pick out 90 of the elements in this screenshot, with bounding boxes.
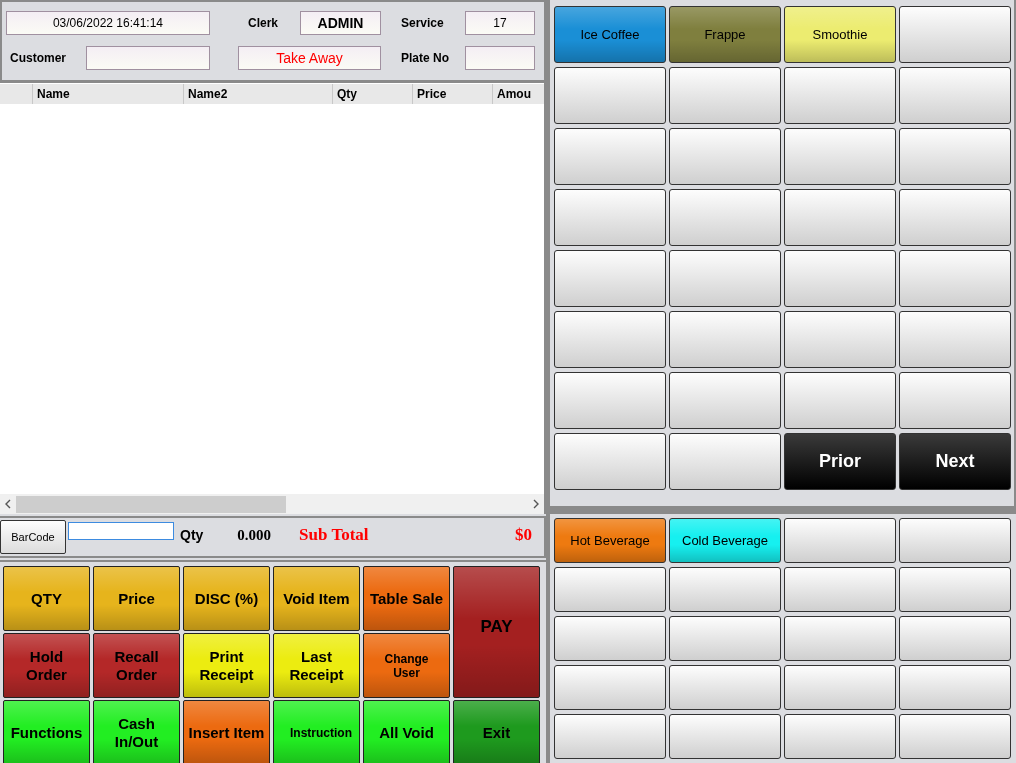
customer-field[interactable] (86, 46, 210, 70)
qty-label: Qty (180, 527, 204, 543)
empty-product-button[interactable] (784, 128, 896, 185)
empty-product-button[interactable] (554, 250, 666, 307)
empty-product-button[interactable] (784, 250, 896, 307)
empty-category-button[interactable] (784, 616, 896, 661)
function-button[interactable]: Functions (3, 700, 90, 763)
empty-category-button[interactable] (784, 518, 896, 563)
empty-product-button[interactable] (784, 67, 896, 124)
page-button[interactable]: Prior (784, 433, 896, 490)
empty-category-button[interactable] (669, 567, 781, 612)
product-button[interactable]: Smoothie (784, 6, 896, 63)
datetime-field: 03/06/2022 16:41:14 (6, 11, 210, 35)
empty-category-button[interactable] (784, 714, 896, 759)
empty-product-button[interactable] (554, 189, 666, 246)
empty-product-button[interactable] (669, 372, 781, 429)
plate-no-field[interactable] (465, 46, 535, 70)
order-type-field[interactable]: Take Away (238, 46, 381, 70)
empty-category-button[interactable] (899, 567, 1011, 612)
empty-category-button[interactable] (899, 616, 1011, 661)
empty-product-button[interactable] (899, 6, 1011, 63)
empty-product-button[interactable] (669, 433, 781, 490)
empty-product-button[interactable] (554, 433, 666, 490)
function-button[interactable]: Change User (363, 633, 450, 698)
horizontal-scrollbar[interactable] (0, 494, 544, 514)
empty-category-button[interactable] (554, 665, 666, 710)
column-header[interactable]: Amou (493, 84, 544, 104)
empty-product-button[interactable] (554, 67, 666, 124)
empty-category-button[interactable] (669, 665, 781, 710)
function-button[interactable]: Insert Item (183, 700, 270, 763)
empty-product-button[interactable] (554, 372, 666, 429)
column-header[interactable]: Qty (333, 84, 413, 104)
function-button[interactable]: Last Receipt (273, 633, 360, 698)
plate-no-label: Plate No (401, 50, 450, 67)
service-label: Service (401, 15, 445, 32)
function-button[interactable]: Price (93, 566, 180, 631)
product-button[interactable]: Frappe (669, 6, 781, 63)
function-button[interactable]: Void Item (273, 566, 360, 631)
column-header[interactable]: Price (413, 84, 493, 104)
customer-label: Customer (9, 50, 67, 67)
empty-category-button[interactable] (554, 616, 666, 661)
empty-product-button[interactable] (669, 250, 781, 307)
barcode-input[interactable] (68, 522, 174, 540)
function-button[interactable]: Cash In/Out (93, 700, 180, 763)
column-header[interactable]: Name2 (184, 84, 333, 104)
empty-product-button[interactable] (899, 250, 1011, 307)
empty-product-button[interactable] (669, 189, 781, 246)
page-button[interactable]: Next (899, 433, 1011, 490)
function-button[interactable]: Exit (453, 700, 540, 763)
category-button[interactable]: Hot Beverage (554, 518, 666, 563)
empty-product-button[interactable] (784, 372, 896, 429)
empty-product-button[interactable] (784, 311, 896, 368)
empty-product-button[interactable] (669, 128, 781, 185)
service-field: 17 (465, 11, 535, 35)
empty-product-button[interactable] (899, 67, 1011, 124)
empty-product-button[interactable] (899, 128, 1011, 185)
function-button[interactable]: Instruction (273, 700, 360, 763)
qty-value: 0.000 (237, 526, 272, 544)
empty-product-button[interactable] (784, 189, 896, 246)
subtotal-label: Sub Total (299, 525, 369, 545)
scroll-right-icon[interactable] (532, 499, 540, 509)
empty-product-button[interactable] (899, 372, 1011, 429)
barcode-button[interactable]: BarCode (0, 520, 66, 554)
function-button[interactable]: Print Receipt (183, 633, 270, 698)
empty-product-button[interactable] (669, 67, 781, 124)
empty-category-button[interactable] (669, 714, 781, 759)
empty-category-button[interactable] (554, 567, 666, 612)
function-button[interactable]: QTY (3, 566, 90, 631)
clerk-label: Clerk (247, 15, 280, 32)
empty-category-button[interactable] (669, 616, 781, 661)
column-header[interactable]: Name (33, 84, 184, 104)
clerk-field: ADMIN (300, 11, 381, 35)
subtotal-value: $0 (515, 525, 532, 545)
empty-product-button[interactable] (899, 311, 1011, 368)
empty-category-button[interactable] (899, 518, 1011, 563)
product-button[interactable]: Ice Coffee (554, 6, 666, 63)
empty-product-button[interactable] (899, 189, 1011, 246)
empty-category-button[interactable] (554, 714, 666, 759)
scroll-left-icon[interactable] (4, 499, 12, 509)
empty-category-button[interactable] (784, 665, 896, 710)
function-button[interactable]: Table Sale (363, 566, 450, 631)
empty-category-button[interactable] (899, 714, 1011, 759)
function-button[interactable]: DISC (%) (183, 566, 270, 631)
empty-product-button[interactable] (669, 311, 781, 368)
empty-product-button[interactable] (554, 128, 666, 185)
function-button[interactable]: All Void (363, 700, 450, 763)
empty-category-button[interactable] (899, 665, 1011, 710)
empty-category-button[interactable] (784, 567, 896, 612)
empty-product-button[interactable] (554, 311, 666, 368)
category-button[interactable]: Cold Beverage (669, 518, 781, 563)
